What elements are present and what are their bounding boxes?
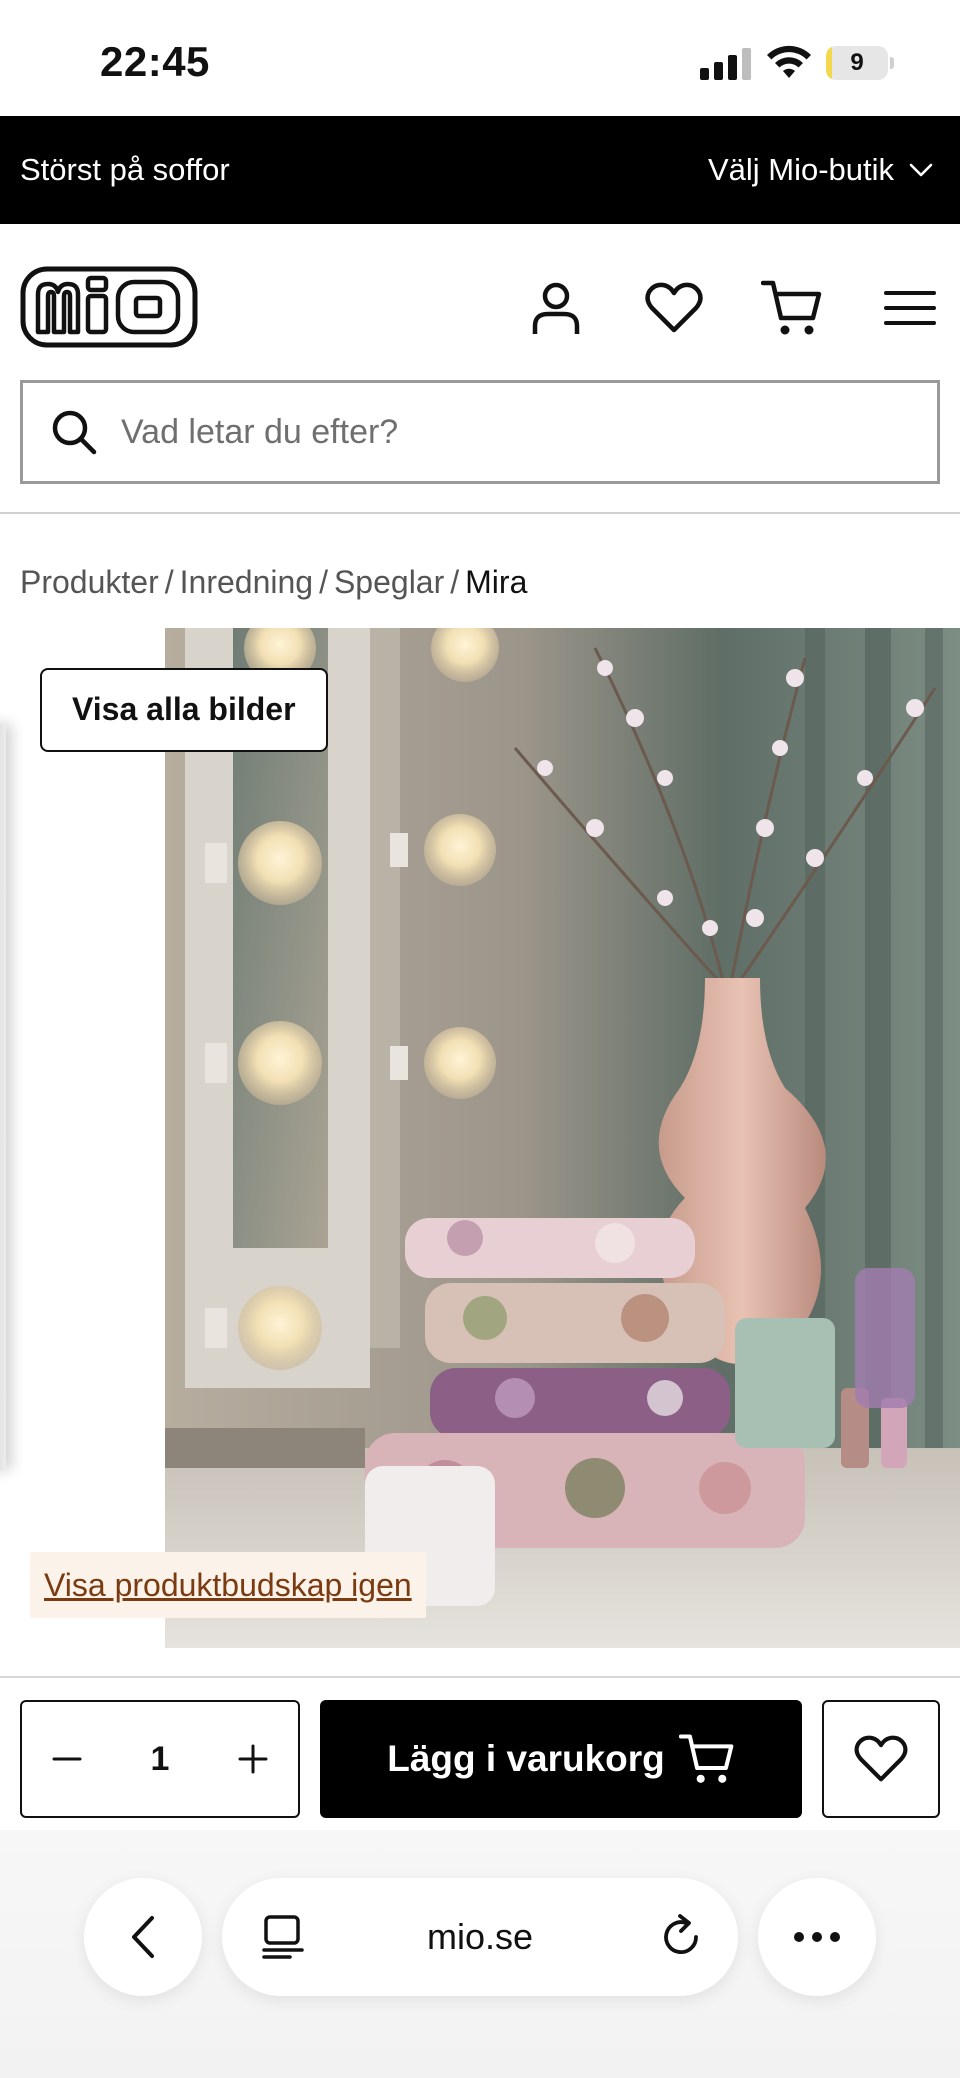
breadcrumb-item-produkter[interactable]: Produkter [20,564,159,601]
search-bar[interactable] [20,380,940,484]
heart-icon [645,282,703,333]
mio-logo[interactable] [20,266,198,348]
promo-bar: Störst på soffor Välj Mio-butik [0,116,960,224]
wifi-icon [767,45,811,78]
search-input[interactable] [121,401,901,463]
breadcrumb-item-speglar[interactable]: Speglar [334,564,444,601]
battery-icon: 9 [826,46,894,80]
cart-icon [678,1734,734,1783]
add-to-wishlist-button[interactable] [822,1700,940,1818]
cart-icon [761,280,822,335]
site-header [0,224,960,514]
view-all-images-button[interactable]: Visa alla bilder [40,668,328,752]
previous-image-peek[interactable] [0,724,6,1470]
browser-toolbar: mio.se [0,1830,960,2078]
status-bar: 22:45 9 [0,0,960,116]
breadcrumb: Produkter / Inredning / Speglar / Mira [20,564,527,601]
heart-icon [854,1735,908,1782]
breadcrumb-separator: / [450,564,460,600]
quantity-stepper[interactable]: 1 [20,1700,300,1818]
account-button[interactable] [524,276,588,340]
plus-icon [238,1744,268,1774]
breadcrumb-separator: / [164,564,174,600]
breadcrumb-current: Mira [465,564,528,600]
search-icon [52,410,97,455]
product-image[interactable] [165,628,960,1648]
quantity-value[interactable]: 1 [151,1740,170,1779]
wishlist-button[interactable] [642,276,706,340]
user-icon [532,282,580,334]
battery-percent: 9 [850,49,864,76]
minus-icon [52,1757,82,1761]
cellular-signal-icon [700,48,752,80]
chevron-left-icon [132,1916,154,1958]
reload-icon[interactable] [656,1912,706,1962]
product-gallery[interactable]: Visa alla bilder Visa produktbudskap ige… [0,628,960,1648]
show-product-message-link[interactable]: Visa produktbudskap igen [30,1552,426,1618]
cart-button[interactable] [760,276,824,340]
decrease-quantity-button[interactable] [22,1702,112,1816]
add-to-cart-label: Lägg i varukorg [387,1738,665,1779]
store-select-label: Välj Mio-butik [707,152,894,187]
promo-text: Störst på soffor [20,152,230,187]
chevron-down-icon [909,163,933,177]
breadcrumb-item-inredning[interactable]: Inredning [180,564,313,601]
breadcrumb-separator: / [319,564,328,600]
browser-address-bar[interactable]: mio.se [222,1878,738,1996]
browser-back-button[interactable] [84,1878,202,1996]
more-icon [794,1932,840,1942]
menu-button[interactable] [878,276,942,340]
add-to-cart-button[interactable]: Lägg i varukorg [320,1700,802,1818]
status-time: 22:45 [100,38,210,85]
buy-bar: 1 Lägg i varukorg [0,1676,960,1818]
store-select-dropdown[interactable]: Välj Mio-butik [708,152,934,188]
menu-icon [884,291,936,325]
browser-more-button[interactable] [758,1878,876,1996]
increase-quantity-button[interactable] [208,1702,298,1816]
